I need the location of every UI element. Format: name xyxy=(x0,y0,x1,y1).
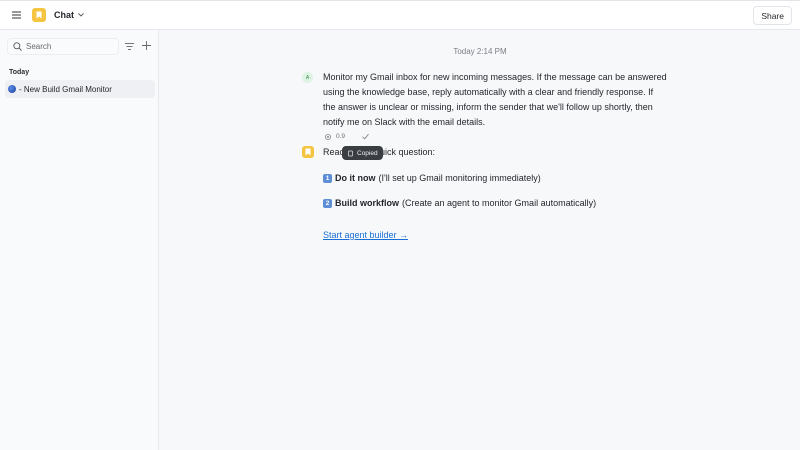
hamburger-menu-icon[interactable] xyxy=(9,8,23,22)
globe-icon xyxy=(8,85,16,93)
filter-icon[interactable] xyxy=(124,41,135,52)
search-icon xyxy=(13,42,22,51)
message-timestamp: Today 2:14 PM xyxy=(453,47,507,56)
option-build-workflow[interactable]: 2 Build workflow (Create an agent to mon… xyxy=(323,198,596,208)
section-label-today: Today xyxy=(9,69,30,76)
number-badge-1: 1 xyxy=(323,173,332,183)
search-input[interactable] xyxy=(26,42,106,51)
chat-main: Today 2:14 PM A Monitor my Gmail inbox f… xyxy=(160,30,800,450)
chat-title-dropdown[interactable]: Chat xyxy=(54,10,84,20)
check-icon[interactable] xyxy=(361,132,370,141)
bookmark-logo-icon xyxy=(305,148,311,156)
conversation-label: - New Build Gmail Monitor xyxy=(19,84,112,94)
bot-intro-start: Reac xyxy=(323,147,345,157)
tooltip-text: Copied xyxy=(357,149,378,157)
option-title: Build workflow xyxy=(335,198,399,208)
page-title: Chat xyxy=(54,10,74,20)
score-value: 0.9 xyxy=(336,133,346,140)
conversation-item[interactable]: - New Build Gmail Monitor xyxy=(5,80,155,98)
user-message: Monitor my Gmail inbox for new incoming … xyxy=(323,72,667,127)
copied-tooltip: Copied xyxy=(342,146,383,160)
start-agent-builder-link[interactable]: Start agent builder → xyxy=(323,230,408,240)
message-actions: 0.9 xyxy=(324,132,370,141)
user-avatar: A xyxy=(302,72,313,83)
search-box[interactable] xyxy=(7,38,119,55)
option-do-it-now[interactable]: 1 Do it now (I'll set up Gmail monitorin… xyxy=(323,173,541,183)
copy-icon xyxy=(348,150,353,156)
number-badge-2: 2 xyxy=(323,198,332,208)
bot-avatar xyxy=(302,146,314,158)
sidebar: Today - New Build Gmail Monitor xyxy=(0,30,159,450)
bookmark-logo-icon xyxy=(32,8,46,22)
option-description: (Create an agent to monitor Gmail automa… xyxy=(402,198,597,208)
gear-icon[interactable] xyxy=(324,133,332,141)
share-button[interactable]: Share xyxy=(753,6,792,25)
chevron-down-icon xyxy=(78,13,84,17)
option-title: Do it now xyxy=(335,173,376,183)
top-bar: Chat Share xyxy=(0,0,800,30)
new-chat-plus-icon[interactable] xyxy=(141,40,152,51)
option-description: (I'll set up Gmail monitoring immediatel… xyxy=(378,173,541,183)
